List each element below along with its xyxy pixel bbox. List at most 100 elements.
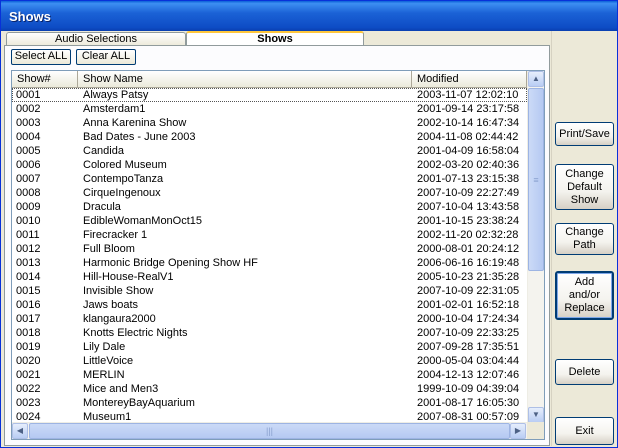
- select-all-button[interactable]: Select ALL: [11, 49, 71, 65]
- table-row[interactable]: 0003 Anna Karenina Show 2002-10-14 16:47:3…: [12, 116, 527, 130]
- show-name-cell: MontereyBayAquarium: [83, 397, 195, 409]
- table-row[interactable]: 0006 Colored Museum 2002-03-20 02:40:36: [12, 158, 527, 172]
- table-row[interactable]: 0005 Candida 2001-04-09 16:58:04: [12, 144, 527, 158]
- modified-cell: 2000-08-01 20:24:12: [417, 243, 520, 255]
- show-number-cell: 0006: [16, 159, 41, 171]
- scroll-up-icon[interactable]: ▲: [528, 71, 544, 87]
- table-row[interactable]: 0010 EdibleWomanMonOct15 2001-10-15 23:38:…: [12, 214, 527, 228]
- show-name-cell: Dracula: [83, 201, 121, 213]
- exit-button[interactable]: Exit: [555, 417, 614, 445]
- window-title: Shows: [9, 9, 51, 24]
- show-name-cell: Mice and Men3: [83, 383, 159, 395]
- show-name-cell: ContempoTanza: [83, 173, 164, 185]
- horizontal-scrollbar[interactable]: ◀ ||| ▶: [12, 422, 527, 439]
- table-row[interactable]: 0013 Harmonic Bridge Opening Show HF 2006-…: [12, 256, 527, 270]
- show-name-cell: Lily Dale: [83, 341, 126, 353]
- clear-all-button[interactable]: Clear ALL: [76, 49, 136, 65]
- show-number-cell: 0005: [16, 145, 41, 157]
- scrollbar-corner: [527, 422, 544, 439]
- modified-cell: 2002-11-20 02:32:28: [417, 229, 519, 241]
- add-replace-button[interactable]: Add and/or Replace: [555, 271, 614, 320]
- modified-cell: 2007-09-28 17:35:51: [417, 341, 520, 353]
- modified-cell: 2000-05-04 03:04:44: [417, 355, 520, 367]
- modified-cell: 2006-06-16 16:19:48: [417, 257, 520, 269]
- table-row[interactable]: 0012 Full Bloom 2000-08-01 20:24:12: [12, 242, 527, 256]
- table-row[interactable]: 0011 Firecracker 1 2002-11-20 02:32:28: [12, 228, 527, 242]
- show-name-cell: Candida: [83, 145, 124, 157]
- shows-list[interactable]: Show# Show Name Modified 0001 Always Pats…: [11, 70, 545, 440]
- vertical-scrollbar[interactable]: ▲ ≡ ▼: [527, 71, 544, 423]
- show-number-cell: 0001: [16, 89, 41, 101]
- column-header-modified[interactable]: Modified: [412, 71, 527, 88]
- column-header-show-name[interactable]: Show Name: [78, 71, 412, 88]
- horizontal-scroll-thumb[interactable]: |||: [29, 423, 510, 439]
- show-name-cell: Anna Karenina Show: [83, 117, 187, 129]
- print-save-button[interactable]: Print/Save: [555, 122, 614, 146]
- show-number-cell: 0003: [16, 117, 41, 129]
- tab-audio-selections[interactable]: Audio Selections: [6, 32, 186, 46]
- show-number-cell: 0022: [16, 383, 41, 395]
- modified-cell: 2007-10-04 13:43:58: [417, 201, 520, 213]
- show-number-cell: 0015: [16, 285, 41, 297]
- table-row[interactable]: 0009 Dracula 2007-10-04 13:43:58: [12, 200, 527, 214]
- show-number-cell: 0017: [16, 313, 41, 325]
- show-number-cell: 0012: [16, 243, 41, 255]
- table-row[interactable]: 0019 Lily Dale 2007-09-28 17:35:51: [12, 340, 527, 354]
- show-number-cell: 0023: [16, 397, 41, 409]
- tab-shows-label: Shows: [257, 33, 293, 45]
- modified-cell: 2007-10-09 22:31:05: [417, 285, 520, 297]
- tab-audio-selections-label: Audio Selections: [55, 33, 137, 45]
- modified-cell: 2004-11-08 02:44:42: [417, 131, 519, 143]
- table-row[interactable]: 0002 Amsterdam1 2001-09-14 23:17:58: [12, 102, 527, 116]
- scroll-right-icon[interactable]: ▶: [510, 423, 526, 439]
- change-default-show-button[interactable]: Change Default Show: [555, 164, 614, 210]
- tab-shows[interactable]: Shows: [186, 31, 364, 46]
- table-row[interactable]: 0014 Hill-House-RealV1 2005-10-23 21:35:28: [12, 270, 527, 284]
- shows-window: Shows Audio Selections Shows Select ALL …: [0, 0, 618, 448]
- table-row[interactable]: 0023 MontereyBayAquarium 2001-08-17 16:05:…: [12, 396, 527, 410]
- modified-cell: 2007-10-09 22:33:25: [417, 327, 520, 339]
- show-name-cell: klangaura2000: [83, 313, 156, 325]
- show-number-cell: 0008: [16, 187, 41, 199]
- show-name-cell: Hill-House-RealV1: [83, 271, 174, 283]
- scroll-left-icon[interactable]: ◀: [12, 423, 28, 439]
- modified-cell: 2003-11-07 12:02:10: [417, 89, 519, 101]
- scroll-down-icon[interactable]: ▼: [528, 407, 544, 423]
- show-number-cell: 0021: [16, 369, 41, 381]
- show-name-cell: MERLIN: [83, 369, 125, 381]
- table-row[interactable]: 0008 CirqueIngenoux 2007-10-09 22:27:49: [12, 186, 527, 200]
- show-name-cell: Invisible Show: [83, 285, 154, 297]
- change-path-button[interactable]: Change Path: [555, 223, 614, 255]
- title-bar: Shows: [1, 1, 617, 31]
- show-number-cell: 0007: [16, 173, 41, 185]
- table-row[interactable]: 0007 ContempoTanza 2001-07-13 23:15:38: [12, 172, 527, 186]
- show-number-cell: 0016: [16, 299, 41, 311]
- modified-cell: 2001-02-01 16:52:18: [417, 299, 520, 311]
- table-row[interactable]: 0018 Knotts Electric Nights 2007-10-09 22:…: [12, 326, 527, 340]
- show-number-cell: 0019: [16, 341, 41, 353]
- table-row[interactable]: 0015 Invisible Show 2007-10-09 22:31:05: [12, 284, 527, 298]
- show-name-cell: Colored Museum: [83, 159, 167, 171]
- show-name-cell: LittleVoice: [83, 355, 134, 367]
- table-row[interactable]: 0016 Jaws boats 2001-02-01 16:52:18: [12, 298, 527, 312]
- vertical-scroll-thumb[interactable]: ≡: [528, 88, 544, 271]
- show-name-cell: EdibleWomanMonOct15: [83, 215, 203, 227]
- table-row[interactable]: 0017 klangaura2000 2000-10-04 17:24:34: [12, 312, 527, 326]
- show-number-cell: 0002: [16, 103, 41, 115]
- show-name-cell: Jaws boats: [83, 299, 139, 311]
- column-header-show-number[interactable]: Show#: [12, 71, 78, 88]
- modified-cell: 2007-10-09 22:27:49: [417, 187, 520, 199]
- show-number-cell: 0011: [16, 229, 40, 241]
- show-number-cell: 0020: [16, 355, 41, 367]
- table-row[interactable]: 0022 Mice and Men3 1999-10-09 04:39:04: [12, 382, 527, 396]
- show-name-cell: CirqueIngenoux: [83, 187, 161, 199]
- show-name-cell: Full Bloom: [83, 243, 135, 255]
- show-number-cell: 0018: [16, 327, 41, 339]
- table-row[interactable]: 0020 LittleVoice 2000-05-04 03:04:44: [12, 354, 527, 368]
- table-row[interactable]: 0004 Bad Dates - June 2003 2004-11-08 02:4…: [12, 130, 527, 144]
- table-row[interactable]: 0021 MERLIN 2004-12-13 12:07:46: [12, 368, 527, 382]
- delete-button[interactable]: Delete: [555, 359, 614, 385]
- table-row[interactable]: 0001 Always Patsy 2003-11-07 12:02:10: [12, 88, 527, 102]
- modified-cell: 2001-08-17 16:05:30: [417, 397, 520, 409]
- show-number-cell: 0014: [16, 271, 41, 283]
